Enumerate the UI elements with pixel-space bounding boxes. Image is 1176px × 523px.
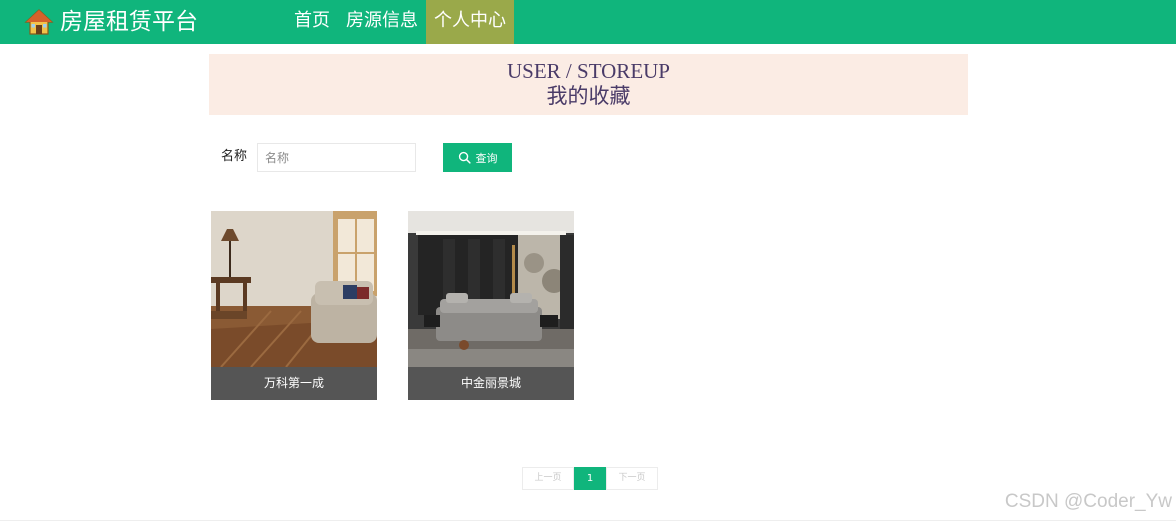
watermark: CSDN @Coder_Yw <box>1004 491 1172 512</box>
page-title-banner: USER / STOREUP 我的收藏 <box>209 54 968 115</box>
search-button[interactable]: 查询 <box>443 143 512 172</box>
main-nav: 首页 房源信息 个人中心 <box>286 0 514 44</box>
bedroom-photo <box>408 211 574 367</box>
app-title: 房屋租赁平台 <box>60 9 198 35</box>
page-title-en: USER / STOREUP <box>507 59 670 83</box>
page-title-cn: 我的收藏 <box>546 84 631 108</box>
nav-item-home[interactable]: 首页 <box>286 0 338 44</box>
house-logo-icon <box>24 9 54 35</box>
favorite-card-title: 中金丽景城 <box>408 367 574 400</box>
top-navbar: 房屋租赁平台 首页 房源信息 个人中心 <box>0 0 1176 44</box>
pagination: 上一页 1 下一页 <box>522 467 658 490</box>
next-page-button[interactable]: 下一页 <box>606 467 658 490</box>
favorite-card[interactable]: 中金丽景城 <box>408 211 574 400</box>
search-icon <box>458 151 471 164</box>
nav-item-user-center[interactable]: 个人中心 <box>426 0 514 44</box>
living-room-photo <box>211 211 377 367</box>
favorite-card-title: 万科第一成 <box>211 367 377 400</box>
prev-page-button[interactable]: 上一页 <box>522 467 574 490</box>
brand[interactable]: 房屋租赁平台 <box>24 0 198 44</box>
search-button-label: 查询 <box>475 151 498 165</box>
page-number-current[interactable]: 1 <box>574 467 606 490</box>
nav-item-listings[interactable]: 房源信息 <box>338 0 426 44</box>
favorite-card[interactable]: 万科第一成 <box>211 211 377 400</box>
search-input[interactable] <box>257 143 416 172</box>
search-label: 名称 <box>221 149 248 164</box>
footer-divider <box>0 520 1176 521</box>
